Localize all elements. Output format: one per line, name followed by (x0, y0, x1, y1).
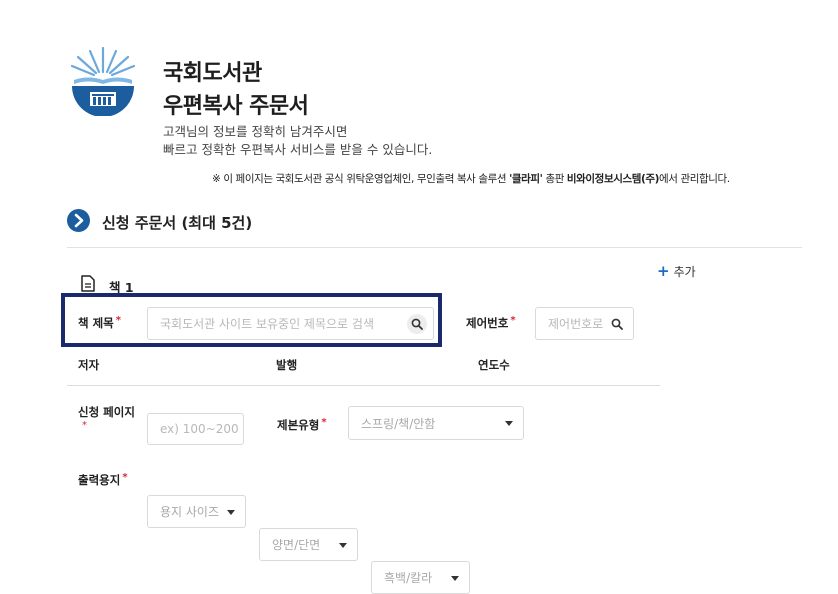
required-mark: * (321, 417, 327, 428)
color-value: 흑백/칼라 (384, 571, 433, 585)
notice-text-b: 총판 (542, 173, 567, 185)
binding-type-value: 스프링/책/안함 (361, 416, 436, 431)
required-mark: * (510, 315, 516, 326)
paper-size-select[interactable]: 용지 사이즈 (147, 495, 246, 528)
caret-down-icon (339, 542, 347, 548)
plus-icon: + (657, 262, 670, 280)
section-title: 신청 주문서 (최대 5건) (102, 214, 253, 232)
control-number-placeholder: 제어번호로 (548, 317, 604, 331)
book-title-label: 책 제목 * (78, 315, 121, 331)
notice-mark: ※ (212, 173, 221, 185)
notice-company: 비와이정보시스템(주) (566, 173, 660, 185)
binding-type-label: 제본유형 * (277, 417, 327, 433)
control-number-label-text: 제어번호 (466, 316, 509, 330)
paper-size-value: 용지 사이즈 (160, 505, 220, 519)
description-line-2: 빠르고 정확한 우편복사 서비스를 받을 수 있습니다. (163, 142, 433, 157)
management-notice: ※ 이 페이지는 국회도서관 공식 위탁운영업체인, 무인출력 복사 솔루션 '… (212, 171, 730, 186)
search-icon[interactable] (607, 313, 627, 334)
book-title-placeholder: 국회도서관 사이트 보유중인 제목으로 검색 (160, 317, 374, 331)
page-title: 국회도서관 (163, 61, 262, 86)
pages-placeholder: ex) 100~200 (160, 422, 239, 436)
paper-label: 출력용지 * (78, 472, 128, 488)
search-icon[interactable] (407, 313, 427, 334)
description-line-1: 고객님의 정보를 정확히 남겨주시면 (163, 124, 348, 139)
row-divider (67, 385, 660, 386)
notice-text-c: 에서 관리합니다. (659, 173, 730, 185)
chevron-right-icon (67, 209, 90, 232)
add-label: 추가 (673, 265, 696, 279)
notice-brand: '클라피' (509, 173, 543, 185)
pages-input[interactable]: ex) 100~200 (147, 413, 244, 445)
binding-type-label-text: 제본유형 (277, 418, 320, 432)
section-divider (67, 247, 802, 248)
paper-label-text: 출력용지 (78, 473, 121, 487)
sides-value: 양면/단면 (272, 538, 321, 552)
control-number-input[interactable]: 제어번호로 (535, 307, 634, 340)
caret-down-icon (505, 421, 513, 426)
publisher-label: 발행 (276, 358, 298, 372)
book-title-search-input[interactable]: 국회도서관 사이트 보유중인 제목으로 검색 (147, 307, 434, 340)
caret-down-icon (451, 575, 459, 581)
required-mark: * (122, 472, 128, 483)
notice-text-a: 이 페이지는 국회도서관 공식 위탁운영업체인, 무인출력 복사 솔루션 (223, 173, 510, 185)
page-subtitle: 우편복사 주문서 (163, 94, 309, 119)
binding-type-select[interactable]: 스프링/책/안함 (348, 406, 524, 440)
control-number-label: 제어번호 * (466, 315, 516, 331)
author-label: 저자 (78, 358, 100, 372)
book-title-label-text: 책 제목 (78, 316, 114, 330)
color-select[interactable]: 흑백/칼라 (371, 561, 470, 594)
required-mark: * (115, 315, 121, 326)
library-logo (70, 46, 136, 116)
add-book-button[interactable]: + 추가 (657, 263, 696, 280)
required-mark: * (82, 420, 87, 431)
document-icon (81, 275, 95, 292)
pages-label: 신청 페이지 (78, 405, 135, 419)
sides-select[interactable]: 양면/단면 (259, 528, 358, 561)
year-label: 연도수 (478, 358, 510, 372)
